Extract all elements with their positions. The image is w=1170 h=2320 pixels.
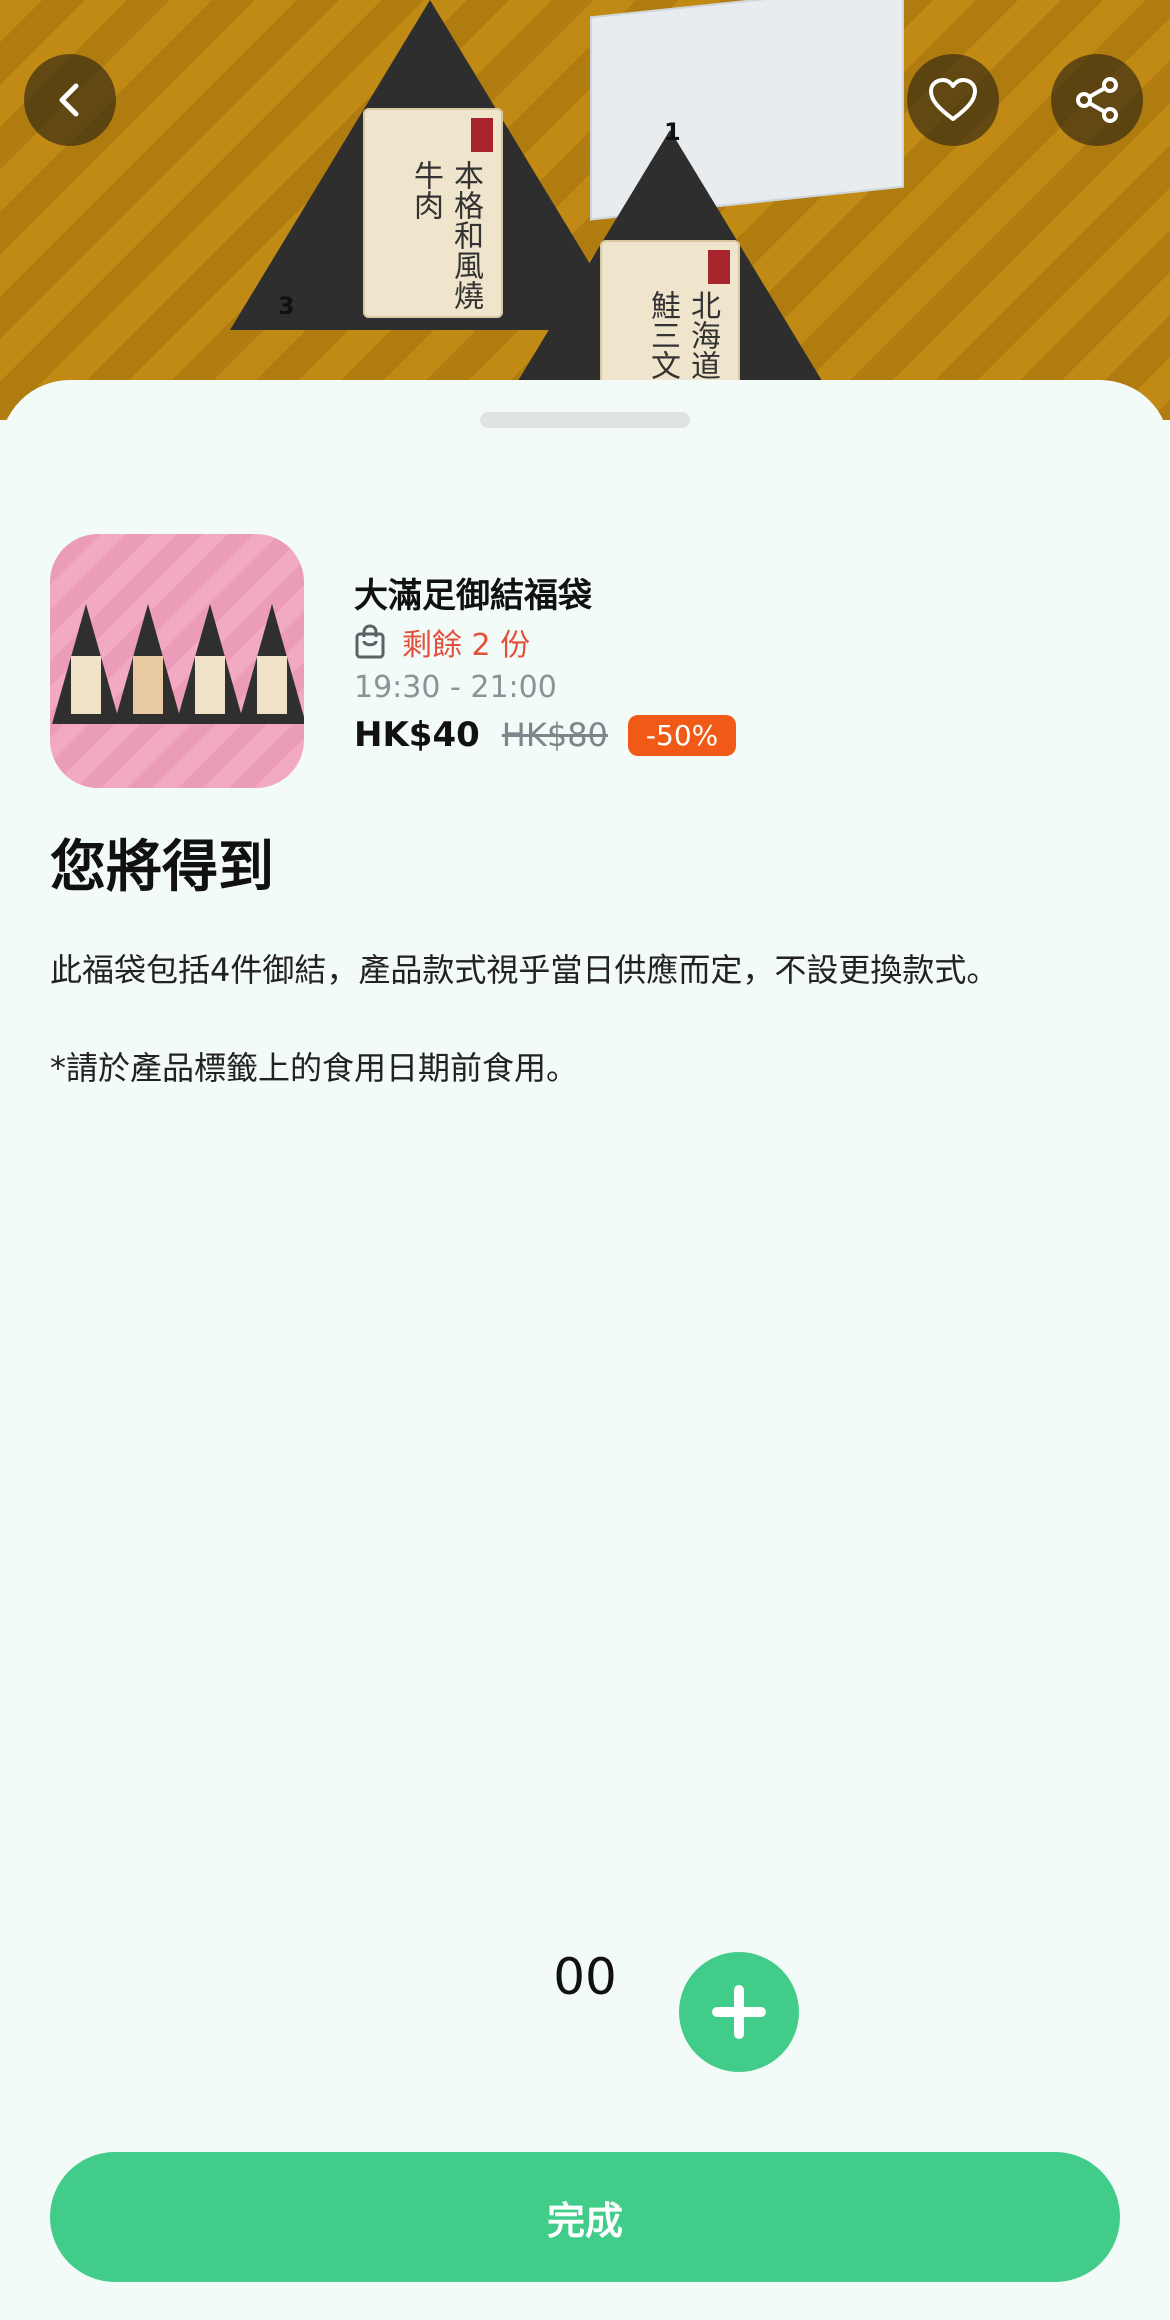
increase-quantity-button[interactable]: [679, 1952, 799, 2072]
product-name: 大滿足御結福袋: [354, 576, 592, 616]
pickup-time: 19:30 - 21:00: [354, 670, 557, 705]
shopping-bag-icon: [355, 624, 385, 659]
section-note: *請於產品標籤上的食用日期前食用。: [50, 1049, 579, 1087]
bottom-sheet: 大滿足御結福袋 剩餘 2 份 19:30 - 21:00 HK$40 HK$80…: [0, 380, 1170, 2320]
share-button[interactable]: [1051, 54, 1143, 146]
thumb-onigiri-label: [133, 656, 163, 714]
quantity-value: 00: [553, 1948, 617, 2006]
heart-icon: [929, 78, 977, 121]
product-thumbnail: [50, 534, 304, 788]
current-price: HK$40: [354, 715, 480, 755]
plus-icon: [712, 1985, 766, 2039]
section-description: 此福袋包括4件御結，產品款式視乎當日供應而定，不設更換款式。: [50, 951, 999, 989]
original-price: HK$80: [501, 716, 608, 754]
done-button[interactable]: 完成: [50, 2152, 1120, 2282]
stock-remaining: 剩餘 2 份: [354, 620, 530, 664]
price-row: HK$40 HK$80 -50%: [354, 710, 737, 760]
share-icon: [1076, 77, 1118, 123]
thumb-onigiri-label: [195, 656, 225, 714]
hero-onigiri-left-number: 3: [278, 292, 295, 320]
hero-onigiri-right-number: 1: [664, 118, 681, 146]
discount-badge: -50%: [627, 714, 737, 756]
section-title: 您將得到: [50, 835, 274, 900]
thumb-onigiri-label: [71, 656, 101, 714]
hero-label-tag: [708, 250, 730, 284]
sheet-drag-handle[interactable]: [480, 412, 690, 428]
back-button[interactable]: [24, 54, 116, 146]
thumb-onigiri-label: [257, 656, 287, 714]
product-hero-image: 本格和風燒牛肉 3 北海道產秋鮭三文魚 1: [0, 0, 1170, 420]
chevron-left-icon: [59, 83, 79, 117]
stock-text: 剩餘 2 份: [402, 628, 531, 663]
favorite-button[interactable]: [907, 54, 999, 146]
